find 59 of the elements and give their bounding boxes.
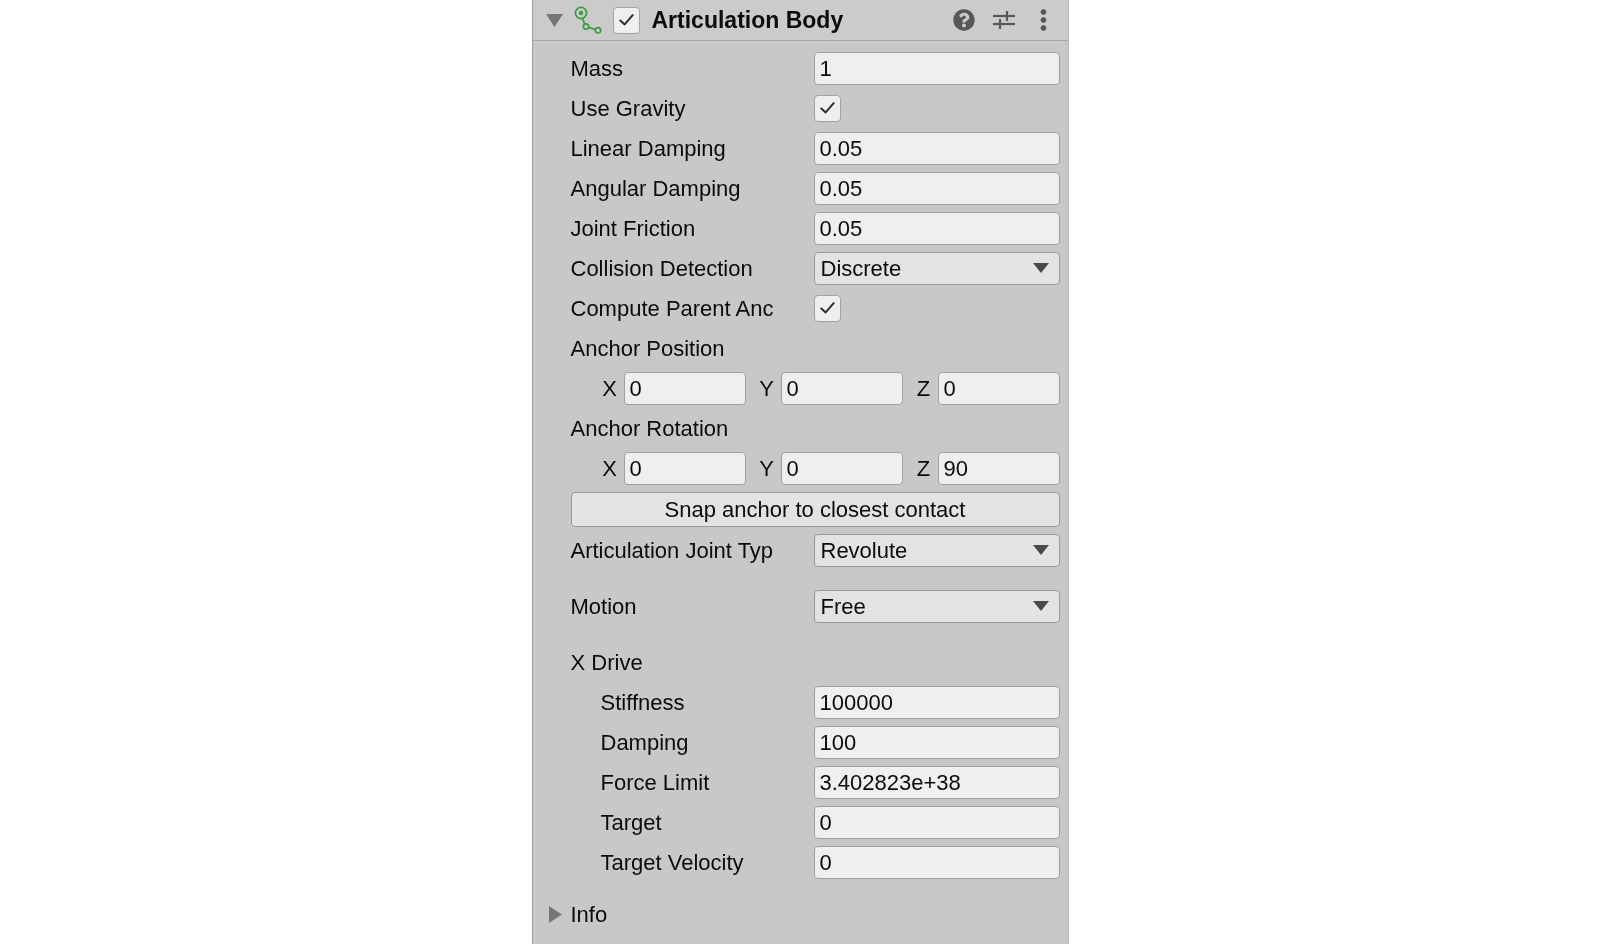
dropdown[interactable]: Free [813, 589, 1060, 623]
number-field[interactable]: 0 [813, 805, 1060, 839]
collapse-triangle-icon[interactable] [545, 13, 563, 27]
property-label: Joint Friction [570, 215, 696, 241]
property-label: Damping [600, 729, 689, 755]
property-label: Compute Parent Anc [570, 295, 774, 321]
property-label: Articulation Joint Typ [570, 537, 774, 563]
axis-label: X [601, 454, 618, 483]
joint-nodes-icon [573, 6, 603, 34]
number-field[interactable]: 0 [623, 451, 746, 485]
checkbox[interactable] [612, 6, 640, 34]
checkbox[interactable] [813, 294, 841, 322]
component-title: Articulation Body [651, 5, 844, 35]
property-label: Stiffness [600, 689, 685, 715]
axis-label: Z [915, 374, 932, 403]
property-label: Collision Detection [570, 255, 753, 281]
dropdown[interactable]: Revolute [813, 533, 1060, 567]
property-label: Angular Damping [570, 175, 741, 201]
axis-label: Z [915, 454, 932, 483]
number-field[interactable]: 3.402823e+38 [813, 765, 1060, 799]
number-field[interactable]: 0 [937, 371, 1060, 405]
caret-down-icon [1032, 545, 1049, 555]
number-field[interactable]: 0.05 [813, 131, 1060, 165]
axis-label: Y [758, 374, 775, 403]
property-label: Force Limit [600, 769, 710, 795]
help-icon[interactable] [952, 9, 975, 31]
property-label: Linear Damping [570, 135, 726, 161]
number-field[interactable]: 0.05 [813, 171, 1060, 205]
number-field[interactable]: 0.05 [813, 211, 1060, 245]
property-label: Anchor Position [570, 334, 725, 363]
checkmark-icon [819, 102, 835, 114]
property-label: Motion [570, 593, 637, 619]
property-label: Target [600, 809, 662, 835]
number-field[interactable]: 100000 [813, 685, 1060, 719]
checkbox[interactable] [813, 94, 841, 122]
number-field[interactable]: 90 [937, 451, 1060, 485]
section-label: X Drive [570, 648, 643, 677]
axis-label: Y [758, 454, 775, 483]
property-label: Use Gravity [570, 95, 686, 121]
number-field[interactable]: 0 [623, 371, 746, 405]
foldout-header[interactable]: Info [548, 894, 608, 934]
number-field[interactable]: 0 [780, 451, 903, 485]
number-field[interactable]: 0 [780, 371, 903, 405]
more-options-icon[interactable] [1039, 9, 1047, 31]
property-label: Anchor Rotation [570, 414, 729, 443]
sliders-icon[interactable] [992, 10, 1015, 30]
checkmark-icon [819, 302, 835, 314]
checkmark-icon [618, 14, 634, 26]
property-label: Target Velocity [600, 849, 744, 875]
number-field[interactable]: 1 [813, 51, 1060, 85]
number-field[interactable]: 100 [813, 725, 1060, 759]
number-field[interactable]: 0 [813, 845, 1060, 879]
action-button[interactable]: Snap anchor to closest contact [570, 491, 1060, 527]
caret-down-icon [1032, 263, 1049, 273]
dropdown[interactable]: Discrete [813, 251, 1060, 285]
property-label: Mass [570, 55, 624, 81]
expand-triangle-icon[interactable] [548, 905, 562, 923]
axis-label: X [601, 374, 618, 403]
caret-down-icon [1032, 601, 1049, 611]
